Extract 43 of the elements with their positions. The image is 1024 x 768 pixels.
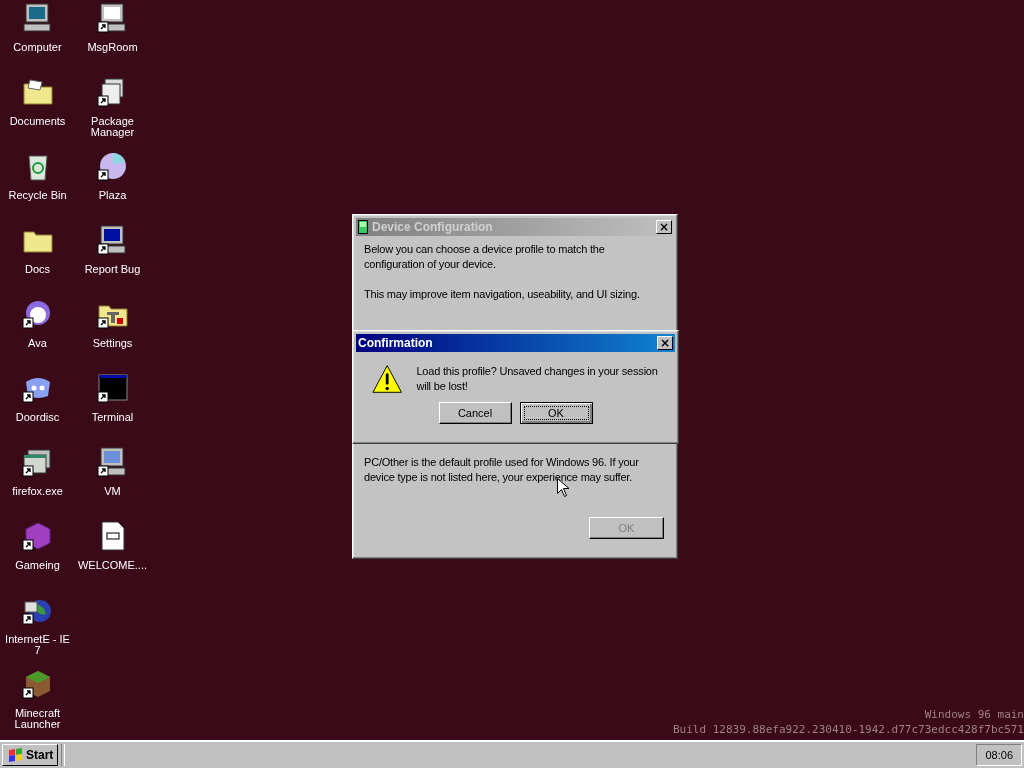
- phone-icon: [358, 220, 368, 234]
- icon-label: Ava: [28, 338, 47, 349]
- icon-label: Documents: [9, 116, 66, 127]
- icon-label: InternetE - IE 7: [4, 634, 71, 656]
- icon-label: MsgRoom: [87, 42, 138, 53]
- icon-label: Computer: [13, 42, 62, 53]
- windows-logo-icon: [7, 748, 23, 762]
- window-title: Device Configuration: [372, 220, 494, 234]
- icon-label: Doordisc: [15, 412, 60, 423]
- icon-label: Plaza: [98, 190, 127, 201]
- open-folder-icon[interactable]: [21, 76, 54, 108]
- confirmation-message: Load this profile? Unsaved changes in your session will be lost!: [416, 364, 659, 394]
- description-text: Below you can choose a device profile to match the configuration of your device.: [364, 242, 606, 272]
- clock: 08:06: [976, 744, 1022, 766]
- icon-label: Docs: [24, 264, 51, 275]
- description-text: PC/Other is the default profile used for Windows 96. If your device type is not listed here, your experience may suffer.: [364, 455, 640, 485]
- description-text: This may improve item navigation, useability, and UI sizing.: [364, 287, 641, 302]
- dialog-title: Confirmation: [358, 336, 434, 350]
- icon-label: Recycle Bin: [8, 190, 67, 201]
- icon-label: Package Manager: [89, 116, 136, 138]
- icon-label: Terminal: [91, 412, 134, 423]
- shortcut-terminal-icon[interactable]: [96, 372, 129, 404]
- icon-label: Report Bug: [84, 264, 141, 275]
- build-info-text: Windows 96 main: [924, 707, 1024, 722]
- shortcut-monitor-icon[interactable]: [96, 224, 129, 256]
- ok-button[interactable]: OK: [519, 402, 593, 424]
- shortcut-computer-icon[interactable]: [96, 446, 129, 478]
- icon-label: firefox.exe: [12, 486, 63, 497]
- cancel-button[interactable]: Cancel: [438, 402, 512, 424]
- close-button[interactable]: ×: [656, 220, 672, 234]
- icon-label: Settings: [92, 338, 133, 349]
- icon-label: Minecraft Launcher: [13, 708, 62, 730]
- close-button[interactable]: ×: [657, 336, 673, 350]
- shortcut-cube-icon[interactable]: [21, 520, 54, 552]
- shortcut-computer-message-icon[interactable]: [96, 2, 129, 34]
- shortcut-windows-icon[interactable]: [21, 446, 54, 478]
- build-info-text: Build 12839.88efa922.230410-1942.d77c73edcc428f7bc571: [673, 722, 1024, 737]
- icon-label: VM: [104, 486, 121, 497]
- icon-label: Gameing: [15, 560, 60, 571]
- icon-label: WELCOME....: [77, 560, 148, 571]
- computer-icon[interactable]: [21, 2, 54, 34]
- warning-icon: [372, 364, 403, 394]
- start-button[interactable]: Start: [2, 744, 59, 766]
